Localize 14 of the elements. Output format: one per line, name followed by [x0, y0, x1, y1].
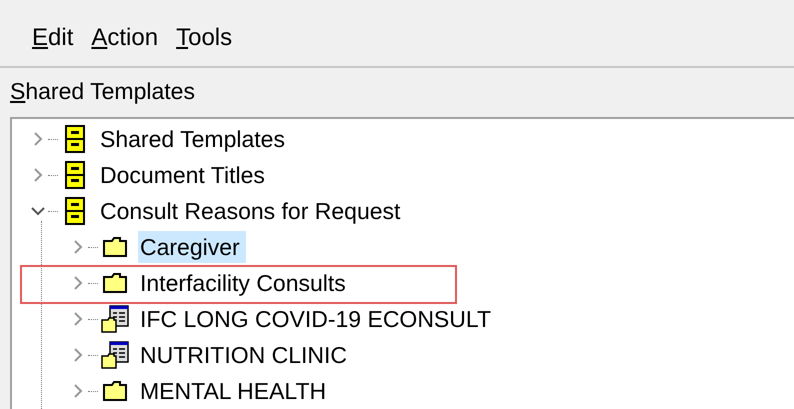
menu-item[interactable]: Action: [91, 24, 158, 52]
menu-item[interactable]: Edit: [32, 24, 74, 52]
template-folder-icon: [100, 340, 130, 370]
menu-item[interactable]: Tools: [176, 24, 232, 52]
tree-item[interactable]: IFC LONG COVID-19 ECONSULT: [138, 303, 498, 335]
tree-item[interactable]: Consult Reasons for Request: [98, 195, 406, 227]
tree-item[interactable]: Caregiver: [138, 231, 246, 263]
panel-title: Shared Templates: [9, 77, 196, 106]
tree-item[interactable]: MENTAL HEALTH: [138, 375, 332, 407]
tree-item[interactable]: Interfacility Consults: [138, 267, 352, 299]
tree-item[interactable]: Shared Templates: [98, 123, 291, 155]
tree-item[interactable]: NUTRITION CLINIC: [138, 339, 353, 371]
template-folder-icon: [100, 304, 130, 334]
tree-item[interactable]: Document Titles: [98, 159, 271, 191]
